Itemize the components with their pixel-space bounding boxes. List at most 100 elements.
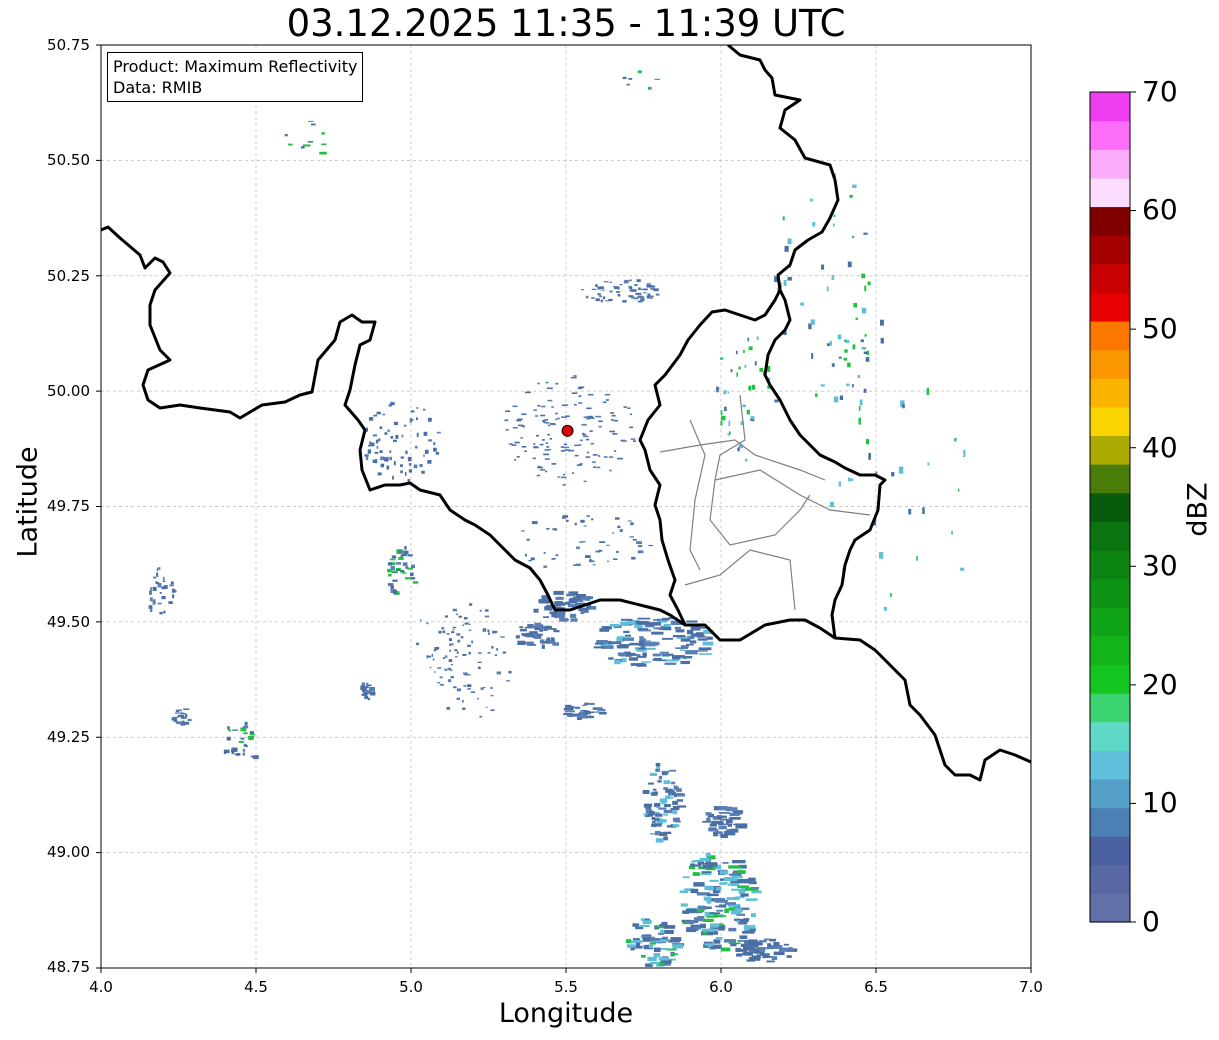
echo-cell — [672, 810, 678, 815]
echo-cell — [373, 414, 378, 417]
echo-cell — [742, 931, 755, 934]
echo-cell — [387, 583, 394, 586]
echo-cell — [715, 887, 722, 891]
echo-cell — [446, 707, 451, 710]
echo-cell — [643, 288, 648, 291]
colorbar-tick-label: 70 — [1142, 75, 1178, 108]
echo-cell — [663, 836, 668, 841]
echo-cell — [652, 788, 657, 791]
colorbar-segment — [1090, 778, 1130, 809]
echo-cell — [852, 384, 854, 388]
echo-cell — [485, 609, 489, 612]
echo-cell — [744, 364, 747, 368]
echo-cell — [379, 450, 383, 453]
echo-cell — [839, 395, 844, 400]
echo-cell — [664, 930, 674, 934]
echo-cell — [698, 647, 712, 651]
echo-cell — [172, 594, 175, 599]
echo-cell — [756, 336, 759, 341]
echo-cell — [563, 707, 574, 711]
echo-cell — [718, 825, 727, 830]
echo-cell — [857, 375, 861, 378]
echo-cell — [531, 521, 538, 525]
echo-cell — [634, 284, 637, 286]
echo-cell — [598, 549, 603, 552]
echo-cell — [446, 633, 450, 635]
echo-cell — [720, 833, 728, 838]
echo-cell — [455, 656, 458, 658]
echo-cell — [651, 817, 656, 820]
echo-cell — [393, 461, 396, 466]
x-tick-label: 5.0 — [399, 978, 423, 996]
echo-cell — [616, 636, 630, 639]
echo-cell — [551, 463, 557, 465]
echo-cell — [442, 657, 445, 660]
echo-cell — [670, 953, 678, 955]
echo-cell — [378, 438, 381, 442]
echo-cell — [560, 446, 564, 448]
echo-cell — [521, 446, 527, 448]
echo-cell — [228, 729, 232, 732]
echo-cell — [416, 417, 418, 420]
echo-cell — [177, 709, 182, 712]
echo-cell — [708, 829, 719, 832]
echo-cell — [628, 78, 633, 80]
echo-cell — [527, 624, 534, 627]
echo-cell — [242, 752, 245, 756]
echo-cell — [863, 388, 867, 393]
echo-cell — [712, 915, 727, 917]
echo-cell — [849, 194, 853, 198]
echo-cell — [442, 630, 446, 634]
echo-cell — [843, 357, 847, 361]
echo-cell — [468, 651, 471, 655]
echo-cell — [581, 610, 588, 613]
echo-cell — [616, 291, 621, 293]
echo-cell — [787, 276, 792, 281]
echo-cell — [448, 659, 453, 662]
echo-cell — [745, 944, 751, 949]
echo-cell — [502, 651, 506, 654]
echo-cell — [583, 480, 587, 483]
echo-cell — [665, 795, 671, 799]
echo-cell — [738, 890, 746, 894]
echo-cell — [691, 860, 696, 863]
echo-cell — [573, 375, 577, 377]
echo-cell — [478, 666, 481, 669]
echo-cell — [623, 630, 630, 633]
echo-cell — [479, 715, 482, 718]
echo-cell — [855, 317, 858, 320]
echo-cell — [570, 613, 577, 618]
echo-cell — [555, 596, 564, 600]
echo-cell — [647, 782, 654, 785]
echo-cell — [832, 223, 835, 227]
echo-cell — [494, 654, 498, 657]
echo-cell — [692, 864, 702, 867]
echo-cell — [384, 457, 389, 462]
echo-cell — [891, 472, 895, 477]
echo-cell — [566, 593, 573, 596]
echo-cell — [444, 668, 448, 671]
echo-cell — [533, 446, 539, 448]
echo-cell — [710, 931, 718, 935]
echo-cell — [543, 453, 550, 456]
echo-cell — [447, 667, 451, 669]
echo-cell — [729, 812, 740, 817]
echo-cell — [674, 626, 681, 630]
echo-cell — [546, 387, 553, 390]
echo-cell — [630, 947, 635, 951]
echo-cell — [364, 695, 369, 699]
colorbar-tick-label: 30 — [1142, 549, 1178, 582]
echo-cell — [864, 285, 867, 292]
echo-cell — [462, 624, 465, 626]
echo-cell — [672, 824, 680, 828]
echo-cell — [550, 423, 557, 426]
echo-cell — [405, 450, 408, 455]
echo-cell — [588, 702, 595, 705]
echo-cell — [652, 653, 661, 657]
echo-cell — [902, 404, 905, 409]
echo-cell — [927, 462, 930, 466]
echo-cell — [321, 132, 325, 135]
echo-cell — [736, 953, 743, 957]
echo-cell — [860, 339, 864, 343]
echo-cell — [591, 297, 595, 299]
